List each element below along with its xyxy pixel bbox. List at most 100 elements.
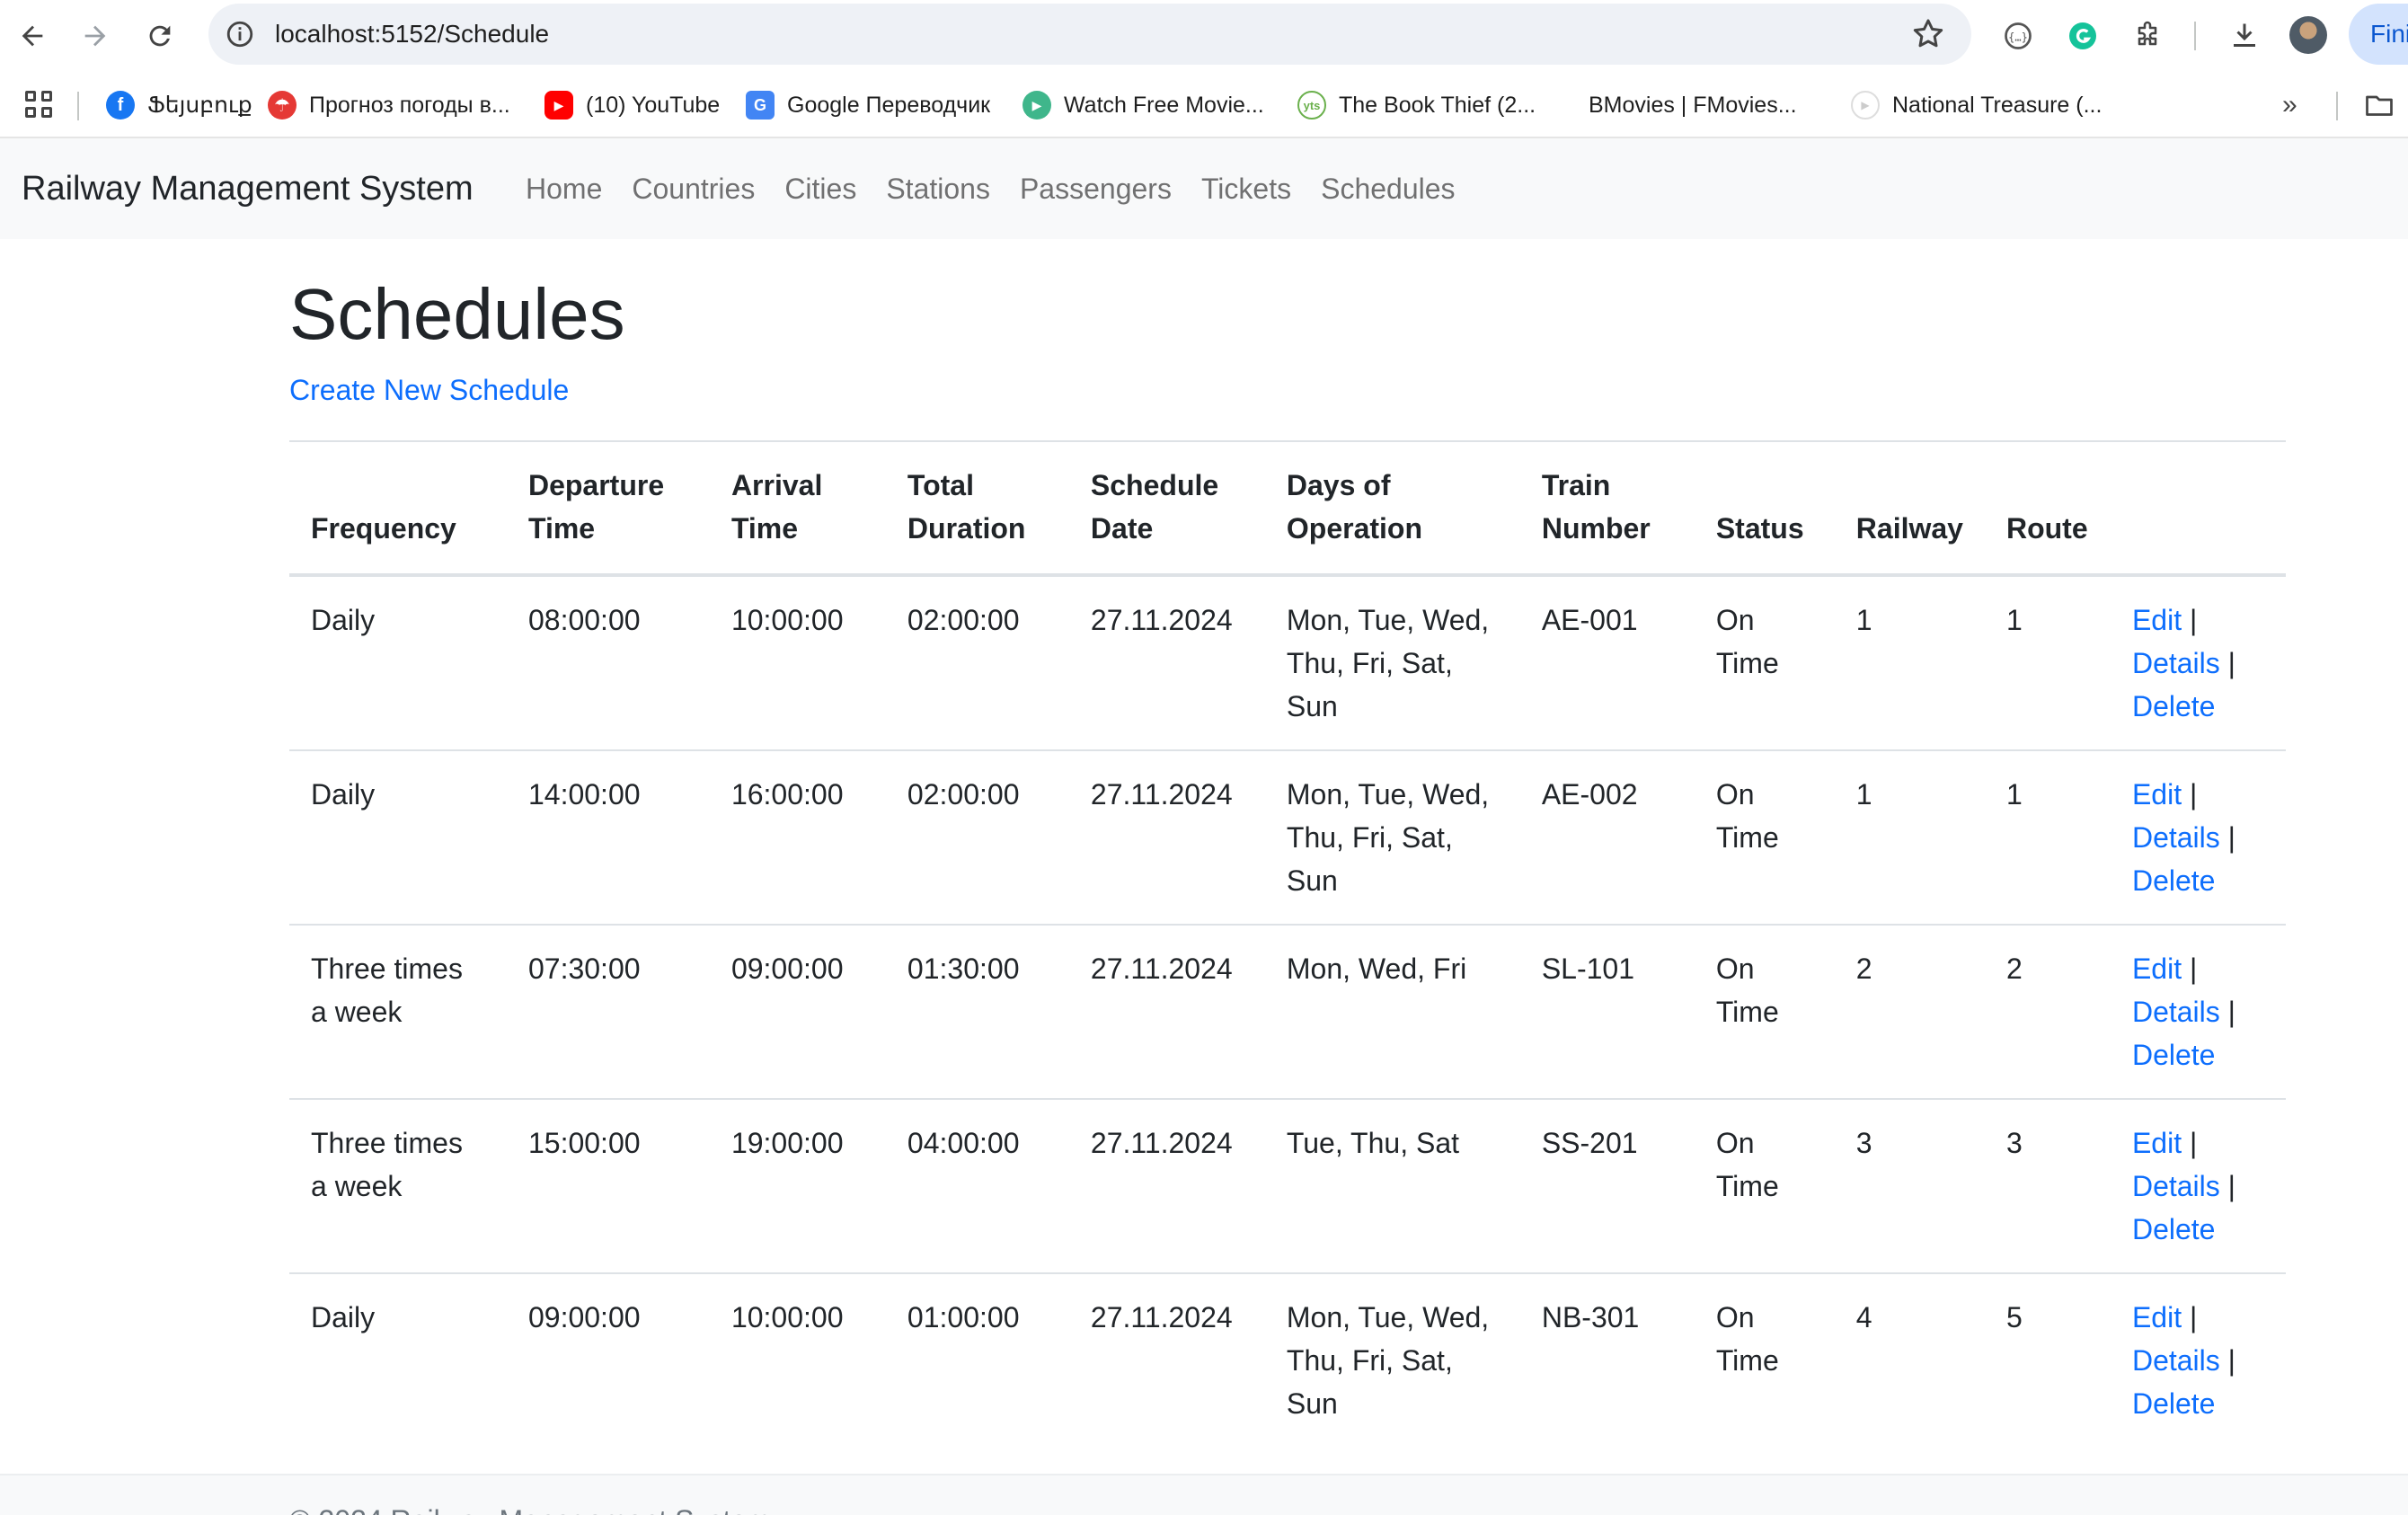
cell-arrival-time: 10:00:00 [709, 575, 886, 751]
cell-status: On Time [1694, 750, 1835, 926]
nav-link-tickets[interactable]: Tickets [1201, 138, 1291, 239]
apps-grid-icon[interactable] [25, 91, 52, 118]
cell-departure-time: 14:00:00 [506, 750, 710, 926]
site-info-icon[interactable] [225, 19, 255, 49]
reload-button[interactable] [140, 16, 180, 56]
bookmark-bmovies[interactable]: BMovies | FMovies... [1574, 72, 1797, 138]
cell-frequency: Daily [311, 1301, 376, 1333]
profile-menu-button[interactable]: Fini [2349, 4, 2408, 65]
nav-link-stations[interactable]: Stations [886, 138, 990, 239]
header-railway: Railway [1834, 440, 1985, 577]
create-new-schedule-link[interactable]: Create New Schedule [289, 372, 569, 408]
cell-departure-time: 07:30:00 [506, 925, 710, 1100]
details-link[interactable]: Details [2132, 1344, 2220, 1377]
footer-text: © 2024 Railway Management System [289, 1504, 771, 1515]
nav-link-countries[interactable]: Countries [632, 138, 755, 239]
cell-total-duration: 01:00:00 [907, 1301, 1020, 1333]
cell-railway: 2 [1834, 925, 1985, 1100]
cell-departure-time: 09:00:00 [527, 1301, 641, 1333]
downloads-icon[interactable] [2225, 16, 2264, 56]
app-navbar: Railway Management System Home Countries… [0, 138, 2408, 239]
bookmarks-separator [77, 92, 79, 120]
details-link[interactable]: Details [2132, 1170, 2220, 1202]
cell-status: On Time [1694, 1099, 1835, 1274]
delete-link[interactable]: Delete [2132, 864, 2216, 897]
navbar-brand[interactable]: Railway Management System [22, 138, 474, 239]
cell-train-number: AE-001 [1519, 575, 1695, 751]
cell-schedule-date: 27.11.2024 [1068, 1099, 1265, 1274]
forward-button[interactable] [75, 16, 115, 56]
action-separator: | [2189, 778, 2198, 811]
cell-train-number: SS-201 [1519, 1099, 1695, 1274]
bookmark-label: Google Переводчик [787, 92, 991, 118]
cell-route: 1 [1984, 750, 2111, 926]
bookmark-weather[interactable]: ☂ Прогноз погоды в... [268, 72, 510, 138]
nav-link-cities[interactable]: Cities [784, 138, 856, 239]
cell-departure-time: 15:00:00 [506, 1099, 710, 1274]
action-separator: | [2189, 1301, 2198, 1333]
cell-route: 3 [1984, 1099, 2111, 1274]
cell-status: On Time [1694, 925, 1835, 1100]
profile-avatar[interactable] [2289, 16, 2327, 54]
details-link[interactable]: Details [2132, 821, 2220, 854]
edit-link[interactable]: Edit [2132, 1127, 2182, 1159]
action-separator: | [2227, 996, 2235, 1028]
url-text[interactable]: localhost:5152/Schedule [275, 4, 549, 65]
cell-route: 2 [1984, 925, 2111, 1100]
bookmark-watch-free-movies[interactable]: ▶ Watch Free Movie... [1023, 72, 1264, 138]
action-separator: | [2227, 647, 2235, 679]
bookmark-label: Watch Free Movie... [1064, 92, 1264, 118]
cell-days-of-operation: Mon, Tue, Wed, Thu, Fri, Sat, Sun [1264, 750, 1520, 926]
header-train-number: Train Number [1519, 440, 1695, 577]
header-actions [2110, 440, 2286, 577]
details-link[interactable]: Details [2132, 647, 2220, 679]
svg-text:{…}: {…} [2008, 31, 2028, 43]
browser-toolbar: localhost:5152/Schedule {…} Fini [0, 0, 2408, 72]
bookmark-facebook[interactable]: f Ֆեյսբուք [106, 72, 252, 138]
edit-link[interactable]: Edit [2132, 952, 2182, 985]
delete-link[interactable]: Delete [2132, 1387, 2216, 1420]
cell-frequency: Daily [289, 575, 507, 751]
header-frequency: Frequency [289, 440, 507, 577]
bookmark-label: Ֆեյսբուք [147, 93, 252, 118]
umbrella-icon: ☂ [268, 91, 297, 120]
header-total-duration: Total Duration [885, 440, 1069, 577]
header-schedule-date: Schedule Date [1068, 440, 1265, 577]
address-bar[interactable]: localhost:5152/Schedule [208, 4, 1971, 65]
delete-link[interactable]: Delete [2132, 1213, 2216, 1245]
edit-link[interactable]: Edit [2132, 604, 2182, 636]
cell-total-duration: 02:00:00 [885, 750, 1069, 926]
bookmark-label: National Treasure (... [1892, 92, 2103, 118]
action-separator: | [2189, 604, 2198, 636]
bookmark-star-icon[interactable] [1910, 16, 1946, 52]
nav-link-passengers[interactable]: Passengers [1020, 138, 1172, 239]
nav-link-home[interactable]: Home [526, 138, 602, 239]
back-button[interactable] [13, 16, 52, 56]
extensions-puzzle-icon[interactable] [2128, 16, 2167, 56]
more-bookmarks-chevron-icon[interactable]: » [2282, 72, 2297, 138]
nav-link-schedules[interactable]: Schedules [1321, 138, 1455, 239]
edit-link[interactable]: Edit [2132, 1301, 2182, 1333]
bookmark-google-translate[interactable]: G Google Переводчик [746, 72, 990, 138]
folder-icon[interactable] [2359, 85, 2399, 125]
page-title: Schedules [289, 274, 625, 354]
grammarly-icon[interactable] [2063, 16, 2103, 56]
action-separator: | [2189, 1127, 2198, 1159]
cell-frequency: Daily [289, 750, 507, 926]
bookmark-national-treasure[interactable]: ▶ National Treasure (... [1851, 72, 2102, 138]
extension-code-icon[interactable]: {…} [1998, 16, 2038, 56]
cell-total-duration: 01:30:00 [885, 925, 1069, 1100]
details-link[interactable]: Details [2132, 996, 2220, 1028]
table-header-row: Frequency Departure Time Arrival Time Tota… [289, 440, 2286, 577]
edit-link[interactable]: Edit [2132, 778, 2182, 811]
action-separator: | [2227, 1170, 2235, 1202]
schedules-table: Frequency Departure Time Arrival Time Tota… [289, 440, 2286, 1447]
bookmark-youtube[interactable]: ▶ (10) YouTube [544, 72, 720, 138]
google-translate-icon: G [746, 91, 775, 120]
delete-link[interactable]: Delete [2132, 690, 2216, 722]
profile-label: Fini [2370, 20, 2408, 48]
cell-total-duration: 02:00:00 [885, 575, 1069, 751]
bookmark-book-thief[interactable]: yts The Book Thief (2... [1297, 72, 1536, 138]
delete-link[interactable]: Delete [2132, 1039, 2216, 1071]
nav-links: Home Countries Cities Stations Passenger… [526, 138, 1485, 239]
